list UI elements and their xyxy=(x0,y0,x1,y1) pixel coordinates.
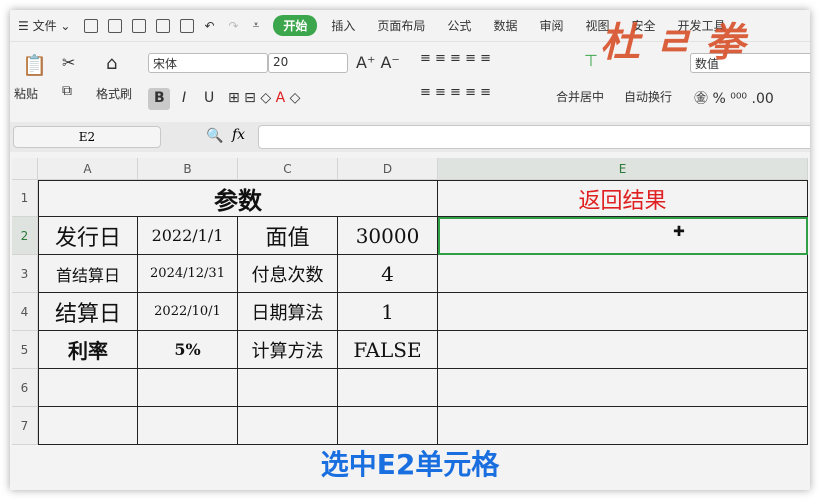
tab-insert[interactable]: 插入 xyxy=(331,17,355,34)
row-header-2[interactable]: 2 xyxy=(12,217,38,255)
cell-C4[interactable]: 日期算法 xyxy=(238,293,338,331)
cell-A1-merged[interactable]: 参数 xyxy=(38,180,438,217)
wrap-button[interactable]: 自动换行 xyxy=(624,88,672,105)
redo-icon[interactable]: ↷ xyxy=(229,19,239,33)
cell-A3[interactable]: 首结算日 xyxy=(38,255,138,293)
row-header-6[interactable]: 6 xyxy=(12,369,38,407)
currency-icon[interactable]: ㊎ % ⁰⁰⁰ .00 xyxy=(694,88,774,108)
tab-formula[interactable]: 公式 xyxy=(447,17,471,34)
format-painter-button[interactable]: 格式刷 xyxy=(96,85,132,102)
row-header-3[interactable]: 3 xyxy=(12,255,38,293)
select-all-corner[interactable] xyxy=(12,158,38,180)
cell-E2[interactable] xyxy=(438,217,808,255)
font-select[interactable]: 宋体 xyxy=(148,53,268,73)
italic-icon[interactable]: I xyxy=(182,90,186,106)
cell-D6[interactable] xyxy=(338,369,438,407)
tab-start[interactable]: 开始 xyxy=(273,15,318,36)
cursor-crosshair-icon[interactable]: ✚ xyxy=(672,224,686,240)
pdf-icon[interactable] xyxy=(132,18,147,33)
save-icon[interactable] xyxy=(108,18,123,33)
cell-B5[interactable]: 5% xyxy=(138,331,238,369)
cell-D4[interactable]: 1 xyxy=(338,293,438,331)
formula-bar: E2 🔍 fx xyxy=(10,122,810,152)
column-header-A[interactable]: A xyxy=(38,158,138,180)
cell-E5[interactable] xyxy=(438,331,808,369)
column-header-D[interactable]: D xyxy=(338,158,438,180)
tab-review[interactable]: 审阅 xyxy=(539,17,563,34)
cell-A5[interactable]: 利率 xyxy=(38,331,138,369)
preview-icon[interactable] xyxy=(180,18,195,33)
cell-A6[interactable] xyxy=(38,369,138,407)
cell-E7[interactable] xyxy=(438,407,808,445)
cut-icon[interactable]: ✂ xyxy=(62,53,75,72)
zoom-icon[interactable]: 🔍 xyxy=(206,128,223,144)
border-icon[interactable]: ⊞ ⊟ ◇ A ◇ xyxy=(228,90,300,106)
column-header-B[interactable]: B xyxy=(138,158,238,180)
copy-icon[interactable]: ⧉ xyxy=(62,83,72,99)
open-icon[interactable] xyxy=(84,18,99,33)
spreadsheet-window: ☰ 文件 ⌄ ↶ ↷ ⩡ 开始 插入 页面布局 公式 数据 审阅 视图 安全 开… xyxy=(10,10,810,490)
cell-D5[interactable]: FALSE xyxy=(338,331,438,369)
row-header-4[interactable]: 4 xyxy=(12,293,38,331)
cell-D3[interactable]: 4 xyxy=(338,255,438,293)
cell-D7[interactable] xyxy=(338,407,438,445)
brush-icon: ⌂ xyxy=(106,53,118,74)
cell-B2[interactable]: 2022/1/1 xyxy=(138,217,238,255)
cell-E4[interactable] xyxy=(438,293,808,331)
cell-C3[interactable]: 付息次数 xyxy=(238,255,338,293)
cell-B3[interactable]: 2024/12/31 xyxy=(138,255,238,293)
cell-C2[interactable]: 面值 xyxy=(238,217,338,255)
cell-A7[interactable] xyxy=(38,407,138,445)
align-icons[interactable]: ≡ ≡ ≡ ≡ ≡ xyxy=(420,51,491,66)
underline-icon[interactable]: U xyxy=(204,90,214,106)
print-icon[interactable] xyxy=(156,18,171,33)
cell-A2[interactable]: 发行日 xyxy=(38,217,138,255)
column-header-C[interactable]: C xyxy=(238,158,338,180)
cell-E6[interactable] xyxy=(438,369,808,407)
cell-E1[interactable]: 返回结果 xyxy=(438,180,808,217)
halign-icons[interactable]: ≡ ≡ ≡ ≡ ≡ xyxy=(420,85,491,100)
merge-button[interactable]: 合并居中 xyxy=(556,88,604,105)
paste-icon[interactable]: 📋 xyxy=(22,53,47,77)
file-menu[interactable]: ☰ 文件 ⌄ xyxy=(18,17,70,34)
font-size-select[interactable]: 20 xyxy=(268,53,348,73)
tab-data[interactable]: 数据 xyxy=(493,17,517,34)
cell-C6[interactable] xyxy=(238,369,338,407)
column-header-E[interactable]: E xyxy=(438,158,808,180)
formula-input[interactable] xyxy=(258,125,810,149)
bold-icon: B xyxy=(154,90,165,106)
cell-D2[interactable]: 30000 xyxy=(338,217,438,255)
cell-E3[interactable] xyxy=(438,255,808,293)
cell-C7[interactable] xyxy=(238,407,338,445)
row-header-5[interactable]: 5 xyxy=(12,331,38,369)
merge-icon: ⊤ xyxy=(584,51,598,70)
cell-B7[interactable] xyxy=(138,407,238,445)
caption: 选中E2单元格 xyxy=(320,448,500,481)
row-header-7[interactable]: 7 xyxy=(12,407,38,445)
more-icon[interactable]: ⩡ xyxy=(253,18,260,33)
cell-C5[interactable]: 计算方法 xyxy=(238,331,338,369)
cell-B4[interactable]: 2022/10/1 xyxy=(138,293,238,331)
fx-icon[interactable]: fx xyxy=(232,127,245,143)
cell-A4[interactable]: 结算日 xyxy=(38,293,138,331)
tab-layout[interactable]: 页面布局 xyxy=(377,17,425,34)
name-box[interactable]: E2 xyxy=(13,126,161,148)
undo-icon[interactable]: ↶ xyxy=(204,19,214,33)
row-header-1[interactable]: 1 xyxy=(12,180,38,217)
watermark-signature: 杜ㄹ拳 xyxy=(600,19,759,66)
grow-font-icon[interactable]: A⁺ A⁻ xyxy=(356,53,400,72)
paste-button[interactable]: 粘贴 xyxy=(14,85,38,102)
cell-B6[interactable] xyxy=(138,369,238,407)
